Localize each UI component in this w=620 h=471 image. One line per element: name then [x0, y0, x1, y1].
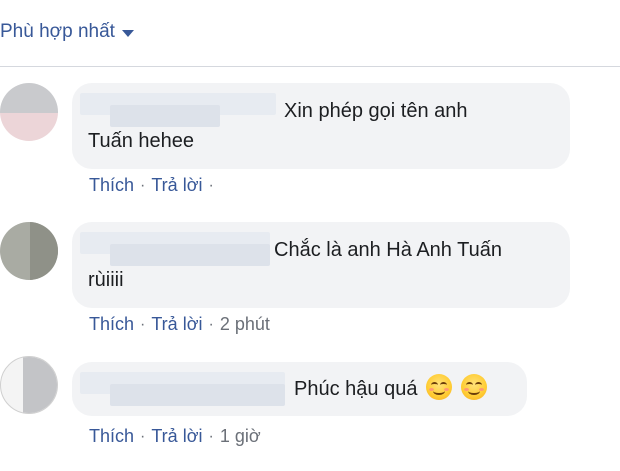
like-link[interactable]: Thích	[89, 314, 134, 335]
separator-dot: ·	[208, 315, 214, 333]
comment-bubble: Phúc hậu quá	[72, 362, 527, 416]
timestamp[interactable]: 2 phút	[220, 314, 270, 335]
smiling-blush-emoji-icon	[460, 374, 487, 400]
separator-dot: ·	[140, 176, 146, 194]
comment-text: Phúc hậu quá	[294, 378, 418, 400]
separator-dot: ·	[140, 315, 146, 333]
smiling-blush-emoji-icon	[426, 374, 452, 400]
sort-label: Phù hợp nhất	[0, 21, 115, 42]
comment-item: Chắc là anh Hà Anh Tuấn rùiiii Thích · T…	[0, 222, 620, 342]
avatar[interactable]	[0, 222, 58, 280]
comment-bubble: Chắc là anh Hà Anh Tuấn rùiiii	[72, 222, 570, 308]
sort-dropdown[interactable]: Phù hợp nhất	[0, 14, 134, 50]
like-link[interactable]: Thích	[89, 426, 134, 447]
comment-text-line: rùiiii	[88, 269, 124, 291]
like-link[interactable]: Thích	[89, 175, 134, 196]
caret-down-icon	[121, 29, 134, 37]
comment-actions: Thích · Trả lời · 2 phút	[89, 314, 270, 335]
reply-link[interactable]: Trả lời	[151, 175, 202, 196]
reply-link[interactable]: Trả lời	[151, 426, 202, 447]
comment-actions: Thích · Trả lời · 1 giờ	[89, 426, 261, 447]
avatar[interactable]	[0, 83, 58, 141]
divider	[0, 66, 620, 67]
reply-link[interactable]: Trả lời	[151, 314, 202, 335]
separator-dot: ·	[140, 427, 146, 445]
comment-actions: Thích · Trả lời ·	[89, 175, 220, 196]
timestamp[interactable]: 1 giờ	[220, 426, 261, 447]
comment-text-line: Phúc hậu quá	[294, 373, 487, 406]
separator-dot: ·	[208, 427, 214, 445]
separator-dot: ·	[208, 176, 214, 194]
avatar[interactable]	[0, 356, 58, 414]
comment-item: Xin phép gọi tên anh Tuấn hehee Thích · …	[0, 83, 620, 203]
comment-bubble: Xin phép gọi tên anh Tuấn hehee	[72, 83, 570, 169]
comment-text-line: Tuấn hehee	[88, 130, 195, 152]
comment-text-line: Xin phép gọi tên anh	[284, 100, 468, 122]
comment-item: Phúc hậu quá Thích · Trả lời · 1 giờ	[0, 356, 620, 466]
comment-text-line: Chắc là anh Hà Anh Tuấn	[274, 239, 502, 261]
